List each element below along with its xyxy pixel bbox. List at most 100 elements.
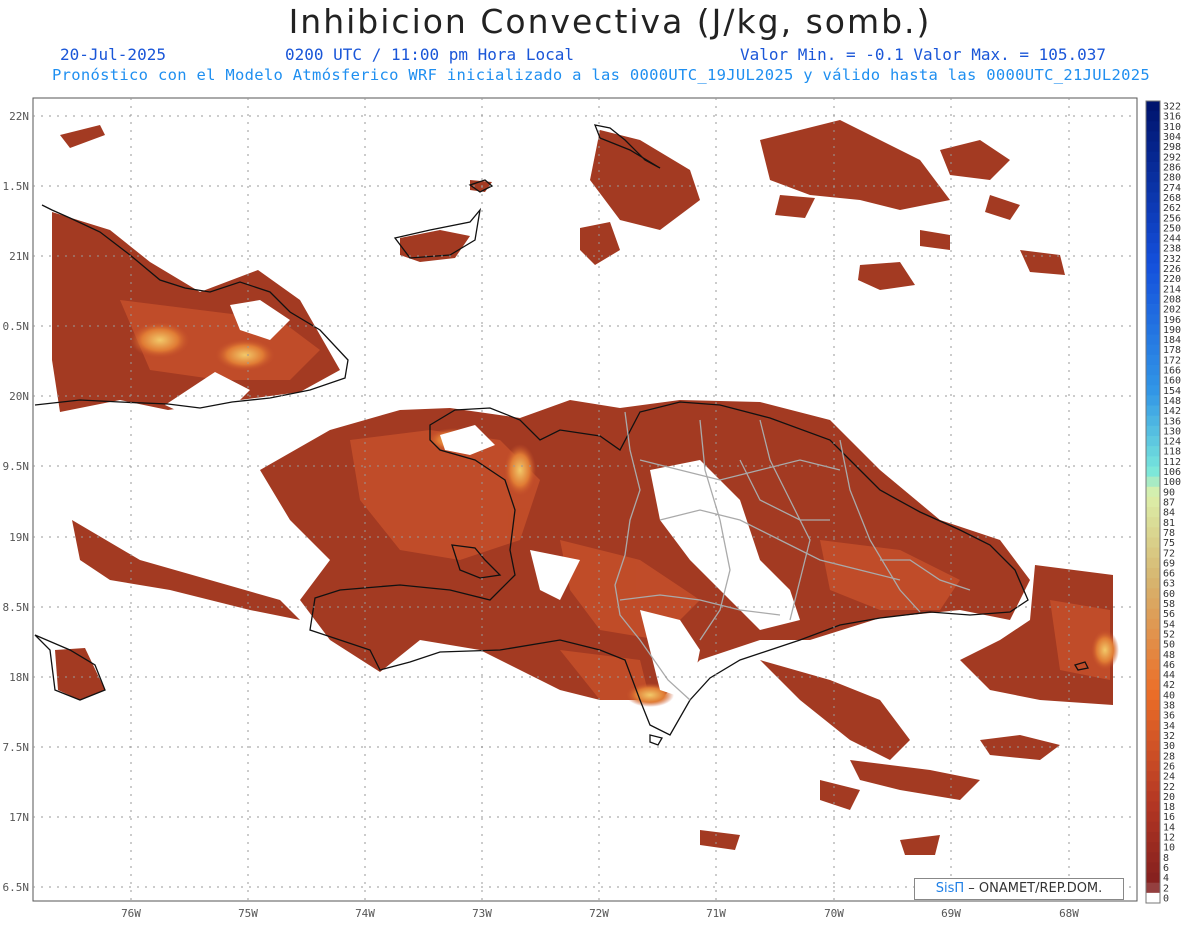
lon-label: 76W [121,907,141,920]
colorbar-swatch [1146,212,1160,224]
lon-label: 69W [941,907,961,920]
colorbar-swatch [1146,588,1160,599]
colorbar-swatch [1146,892,1160,904]
colorbar-swatch [1146,547,1160,559]
lon-label: 70W [824,907,844,920]
colorbar-swatch [1146,527,1160,538]
colorbar-swatch [1146,872,1160,884]
colorbar-swatch [1146,699,1160,711]
colorbar-swatch [1146,375,1160,386]
credit-brand: SisΠ [935,881,965,896]
lat-label: 7.5N [3,741,30,754]
colorbar-swatch [1146,710,1160,721]
lat-label: 19N [9,531,29,544]
colorbar-swatch [1146,517,1160,528]
colorbar-swatch [1146,222,1160,234]
colorbar-swatch [1146,151,1160,163]
colorbar-swatch [1146,669,1160,681]
lat-label: 20N [9,390,29,403]
colorbar-swatch [1146,811,1160,823]
colorbar-swatch [1146,608,1160,620]
colorbar-swatch [1146,862,1160,873]
colorbar-swatch [1146,182,1160,193]
lat-label: 9.5N [3,460,30,473]
lon-label: 72W [589,907,609,920]
colorbar-swatch [1146,253,1160,264]
colorbar-swatch [1146,618,1160,630]
lat-label: 18N [9,671,29,684]
colorbar-swatch [1146,141,1160,153]
colorbar-swatch [1146,649,1160,660]
colorbar-swatch [1146,720,1160,731]
colorbar-swatch [1146,476,1160,488]
colorbar-swatch [1146,415,1160,427]
credit-box: SisΠ – ONAMET/REP.DOM. [914,878,1124,900]
colorbar-swatch [1146,659,1160,670]
colorbar-swatch [1146,730,1160,741]
colorbar-swatch [1146,456,1160,467]
colorbar-swatch [1146,466,1160,478]
colorbar-swatch [1146,324,1160,335]
lon-label: 73W [472,907,492,920]
colorbar-swatch [1146,344,1160,356]
colorbar-swatch [1146,192,1160,203]
colorbar-swatch [1146,405,1160,417]
colorbar-swatch [1146,760,1160,772]
colorbar-swatch [1146,425,1160,437]
colorbar-swatch [1146,689,1160,701]
colorbar-swatch [1146,436,1160,447]
colorbar-swatch [1146,314,1160,325]
colorbar-swatch [1146,781,1160,792]
colorbar-swatch [1146,639,1160,650]
colorbar-swatch [1146,364,1160,376]
colorbar-swatch [1146,243,1160,254]
colorbar-swatch [1146,831,1160,843]
lat-label: 0.5N [3,320,30,333]
colorbar-swatch [1146,598,1160,609]
colorbar-swatch [1146,172,1160,183]
lon-label: 68W [1059,907,1079,920]
colorbar-swatch [1146,750,1160,762]
lon-label: 74W [355,907,375,920]
colorbar-swatch [1146,446,1160,457]
colorbar-swatch [1146,486,1160,498]
lat-label: 1.5N [3,180,30,193]
lon-label: 71W [706,907,726,920]
colorbar-swatch [1146,537,1160,549]
colorbar-swatch [1146,628,1160,640]
colorbar-swatch [1146,496,1160,508]
colorbar-swatch [1146,202,1160,214]
colorbar-swatch [1146,557,1160,569]
lat-label: 6.5N [3,881,30,894]
map-figure: 22N 1.5N 21N 0.5N 20N 9.5N 19N 8.5N 18N … [3,97,1181,920]
colorbar-swatch [1146,111,1160,122]
colorbar-swatch [1146,507,1160,518]
lat-label: 17N [9,811,29,824]
colorbar-swatch [1146,679,1160,691]
colorbar-swatch [1146,121,1160,132]
lat-label: 22N [9,110,29,123]
colorbar-swatch [1146,131,1160,143]
colorbar-swatch [1146,293,1160,305]
lat-labels: 22N 1.5N 21N 0.5N 20N 9.5N 19N 8.5N 18N … [3,110,30,894]
colorbar-swatch [1146,578,1160,589]
lon-label: 75W [238,907,258,920]
lat-label: 21N [9,250,29,263]
credit-text: – ONAMET/REP.DOM. [968,881,1103,896]
colorbar-swatch [1146,842,1160,853]
colorbar-swatch [1146,273,1160,285]
colorbar-swatch [1146,101,1160,112]
colorbar-swatch [1146,567,1160,579]
colorbar-swatch [1146,821,1160,833]
colorbar-swatch [1146,232,1160,244]
colorbar: 3223163103042982922862802742682622562502… [1145,100,1181,904]
colorbar-swatch [1146,801,1160,813]
colorbar-swatch [1146,740,1160,752]
lon-labels: 76W 75W 74W 73W 72W 71W 70W 69W 68W [121,907,1079,920]
colorbar-swatch [1146,791,1160,802]
colorbar-swatch [1146,354,1160,366]
colorbar-swatch [1146,852,1160,863]
colorbar-swatch [1146,385,1160,396]
colorbar-swatch [1146,304,1160,315]
colorbar-label: 0 [1163,893,1169,904]
